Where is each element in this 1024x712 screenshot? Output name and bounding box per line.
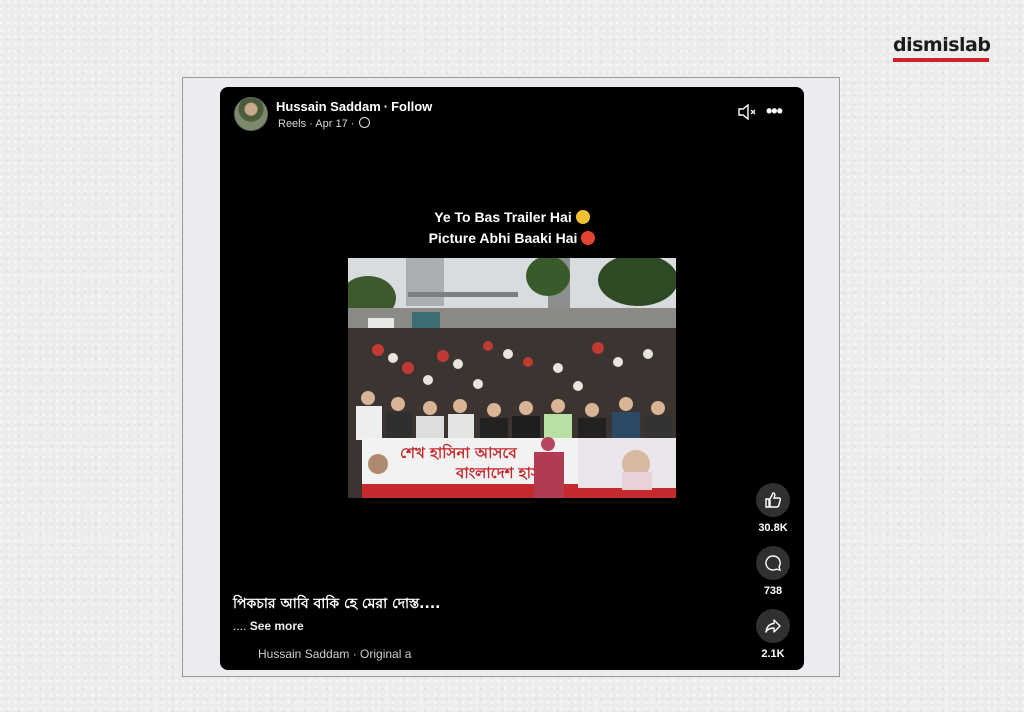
brand-name: dismislab xyxy=(893,34,991,56)
dismislab-logo: dismislab xyxy=(893,34,991,62)
banner-text-line1: শেখ হাসিনা আসবে xyxy=(400,443,517,462)
globe-icon xyxy=(359,117,371,128)
audio-track[interactable]: Hussain Saddam · Original a xyxy=(258,647,413,661)
see-more: .... See more xyxy=(233,619,304,633)
post-meta-text[interactable]: Reels · Apr 17 · xyxy=(278,118,354,130)
brand-underline xyxy=(893,58,989,62)
overlay-line1-text: Ye To Bas Trailer Hai xyxy=(434,209,572,225)
post-header: Hussain Saddam · Follow xyxy=(276,99,433,114)
share-icon xyxy=(765,619,781,633)
post-caption: পিকচার আবি বাকি হে মেরা দোস্ত.... xyxy=(233,596,441,612)
reel-post: Hussain Saddam · Follow Reels · Apr 17 · •… xyxy=(220,87,804,670)
like-count: 30.8K xyxy=(758,522,788,534)
see-more-link[interactable]: See more xyxy=(250,619,304,633)
comment-action[interactable]: 738 xyxy=(756,546,790,597)
comment-button[interactable] xyxy=(756,546,790,580)
like-icon xyxy=(765,492,782,508)
like-action[interactable]: 30.8K xyxy=(756,483,790,534)
comment-count: 738 xyxy=(763,585,783,597)
comment-icon xyxy=(765,555,781,571)
share-button[interactable] xyxy=(756,609,790,643)
more-icon[interactable]: ••• xyxy=(766,101,783,122)
rally-photo[interactable]: শেখ হাসিনা আসবে বাংলাদেশ হাসবে xyxy=(348,258,676,498)
overlay-line2-text: Picture Abhi Baaki Hai xyxy=(428,230,578,246)
avatar[interactable] xyxy=(234,97,268,131)
grinning-sweat-emoji-icon xyxy=(575,210,590,224)
overlay-text-line2: Picture Abhi Baaki Hai xyxy=(220,230,804,246)
share-count: 2.1K xyxy=(761,648,785,660)
overlay-text-line1: Ye To Bas Trailer Hai xyxy=(220,209,804,225)
share-action[interactable]: 2.1K xyxy=(756,609,790,660)
see-more-prefix: .... xyxy=(233,619,247,633)
follow-button[interactable]: Follow xyxy=(391,99,432,114)
mute-icon[interactable] xyxy=(737,104,757,120)
post-meta: Reels · Apr 17 · xyxy=(278,117,371,130)
angry-face-emoji-icon xyxy=(581,231,596,245)
author-name[interactable]: Hussain Saddam xyxy=(276,99,381,114)
like-button[interactable] xyxy=(756,483,790,517)
